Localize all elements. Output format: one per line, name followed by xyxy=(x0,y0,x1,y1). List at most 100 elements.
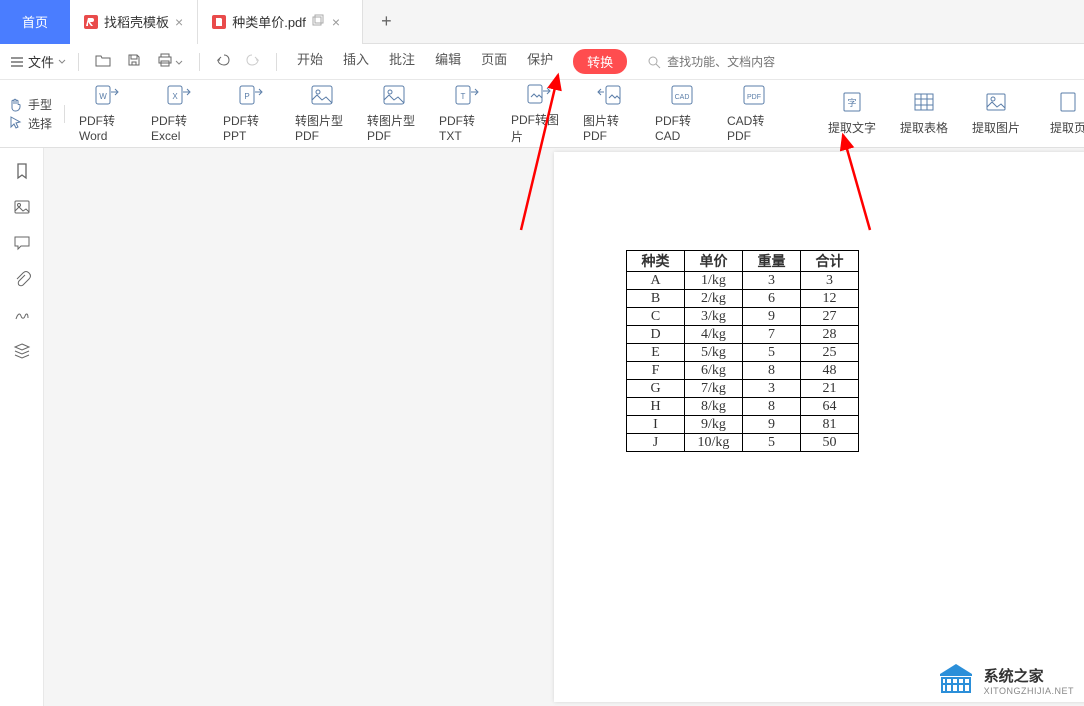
chevron-down-icon xyxy=(58,58,66,66)
cad-to-pdf-button[interactable]: PDFCAD转PDF xyxy=(727,83,781,145)
tab-page[interactable]: 页面 xyxy=(481,49,507,74)
table-cell: 8 xyxy=(743,362,801,380)
tab-start[interactable]: 开始 xyxy=(297,49,323,74)
search-input[interactable] xyxy=(667,55,787,69)
hamburger-icon xyxy=(10,55,24,69)
tab-doc-pdf[interactable]: 种类单价.pdf × xyxy=(198,0,363,44)
pdf-to-word-button[interactable]: WPDF转Word xyxy=(79,83,133,145)
table-cell: 3 xyxy=(801,272,859,290)
table-cell: D xyxy=(627,326,685,344)
tab-convert[interactable]: 转换 xyxy=(573,49,627,74)
comment-panel-icon[interactable] xyxy=(13,234,31,252)
attachment-icon[interactable] xyxy=(13,270,31,288)
table-cell: J xyxy=(627,434,685,452)
pdf-to-image-button[interactable]: PDF转图片 xyxy=(511,83,565,145)
svg-text:W: W xyxy=(99,92,107,101)
table-cell: 81 xyxy=(801,416,859,434)
table-cell: 64 xyxy=(801,398,859,416)
divider xyxy=(199,53,200,71)
image-to-pdf-button[interactable]: 图片转PDF xyxy=(583,83,637,145)
th: 种类 xyxy=(627,251,685,272)
table-cell: 28 xyxy=(801,326,859,344)
extract-page-button[interactable]: 提取页 xyxy=(1041,83,1084,145)
table-cell: E xyxy=(627,344,685,362)
to-image-pdf-button-2[interactable]: 转图片型PDF xyxy=(367,83,421,145)
image-panel-icon[interactable] xyxy=(13,198,31,216)
pdf-to-cad-button[interactable]: CADPDF转CAD xyxy=(655,83,709,145)
table-cell: 10/kg xyxy=(685,434,743,452)
extract-table-button[interactable]: 提取表格 xyxy=(897,83,951,145)
table-cell: 50 xyxy=(801,434,859,452)
tab-insert[interactable]: 插入 xyxy=(343,49,369,74)
hand-tool[interactable]: 手型 xyxy=(8,96,52,113)
extract-text-icon: 字 xyxy=(839,91,865,113)
window-restore-icon[interactable] xyxy=(312,14,324,30)
open-icon[interactable] xyxy=(91,51,115,72)
pdf-to-ppt-button[interactable]: PPDF转PPT xyxy=(223,83,277,145)
label: PDF转Excel xyxy=(151,112,205,143)
tab-bar: 首页 找稻壳模板 × 种类单价.pdf × + xyxy=(0,0,1084,44)
pdf-ppt-icon: P xyxy=(237,84,263,106)
svg-text:PDF: PDF xyxy=(747,94,761,101)
extract-table-icon xyxy=(911,91,937,113)
label: 提取页 xyxy=(1050,119,1084,136)
save-icon[interactable] xyxy=(123,51,145,72)
left-sidebar xyxy=(0,148,44,706)
table-cell: 3/kg xyxy=(685,308,743,326)
tab-doc-templates[interactable]: 找稻壳模板 × xyxy=(70,0,198,44)
to-image-pdf-button-1[interactable]: 转图片型PDF xyxy=(295,83,349,145)
bookmark-icon[interactable] xyxy=(13,162,31,180)
table-cell: 5 xyxy=(743,344,801,362)
watermark: 系统之家 XITONGZHIJIA.NET xyxy=(936,662,1074,698)
extract-text-button[interactable]: 字提取文字 xyxy=(825,83,879,145)
select-tool[interactable]: 选择 xyxy=(8,115,52,132)
cad-pdf-icon: PDF xyxy=(741,84,767,106)
tab-home-label: 首页 xyxy=(22,12,48,31)
tab-protect[interactable]: 保护 xyxy=(527,49,553,74)
tab-edit[interactable]: 编辑 xyxy=(435,49,461,74)
signature-icon[interactable] xyxy=(13,306,31,324)
table-cell: 9 xyxy=(743,416,801,434)
table-row: J10/kg550 xyxy=(627,434,859,452)
document-area[interactable]: 种类 单价 重量 合计 A1/kg33B2/kg612C3/kg927D4/kg… xyxy=(44,148,1084,706)
th: 单价 xyxy=(685,251,743,272)
print-icon[interactable] xyxy=(153,51,187,72)
data-table: 种类 单价 重量 合计 A1/kg33B2/kg612C3/kg927D4/kg… xyxy=(626,250,859,452)
table-cell: A xyxy=(627,272,685,290)
search-box[interactable] xyxy=(647,55,787,69)
svg-text:CAD: CAD xyxy=(675,94,690,101)
pdf-word-icon: W xyxy=(93,84,119,106)
pdf-to-excel-button[interactable]: X PDF转Excel xyxy=(151,83,205,145)
pdf-page: 种类 单价 重量 合计 A1/kg33B2/kg612C3/kg927D4/kg… xyxy=(554,152,1084,702)
table-row: D4/kg728 xyxy=(627,326,859,344)
table-cell: C xyxy=(627,308,685,326)
new-tab-button[interactable]: + xyxy=(363,0,410,44)
close-icon[interactable]: × xyxy=(332,14,340,30)
svg-text:T: T xyxy=(461,92,466,101)
svg-text:X: X xyxy=(172,92,178,101)
close-icon[interactable]: × xyxy=(175,14,183,30)
table-cell: 4/kg xyxy=(685,326,743,344)
pdf-to-txt-button[interactable]: TPDF转TXT xyxy=(439,83,493,145)
file-menu[interactable]: 文件 xyxy=(10,52,66,71)
undo-icon[interactable] xyxy=(212,51,234,72)
extract-image-button[interactable]: 提取图片 xyxy=(969,83,1023,145)
table-row: I9/kg981 xyxy=(627,416,859,434)
layers-icon[interactable] xyxy=(13,342,31,360)
divider xyxy=(78,53,79,71)
table-cell: 3 xyxy=(743,272,801,290)
divider xyxy=(276,53,277,71)
tab-doc2-label: 种类单价.pdf xyxy=(232,12,306,31)
table-cell: 9 xyxy=(743,308,801,326)
select-label: 选择 xyxy=(28,115,52,132)
th: 重量 xyxy=(743,251,801,272)
tab-comment[interactable]: 批注 xyxy=(389,49,415,74)
table-cell: 21 xyxy=(801,380,859,398)
ribbon-buttons: WPDF转Word X PDF转Excel PPDF转PPT 转图片型PDF 转图… xyxy=(69,83,1084,145)
redo-icon[interactable] xyxy=(242,51,264,72)
tab-doc1-label: 找稻壳模板 xyxy=(104,12,169,31)
table-cell: 6 xyxy=(743,290,801,308)
pdf-txt-icon: T xyxy=(453,84,479,106)
tab-home[interactable]: 首页 xyxy=(0,0,70,44)
table-row: G7/kg321 xyxy=(627,380,859,398)
